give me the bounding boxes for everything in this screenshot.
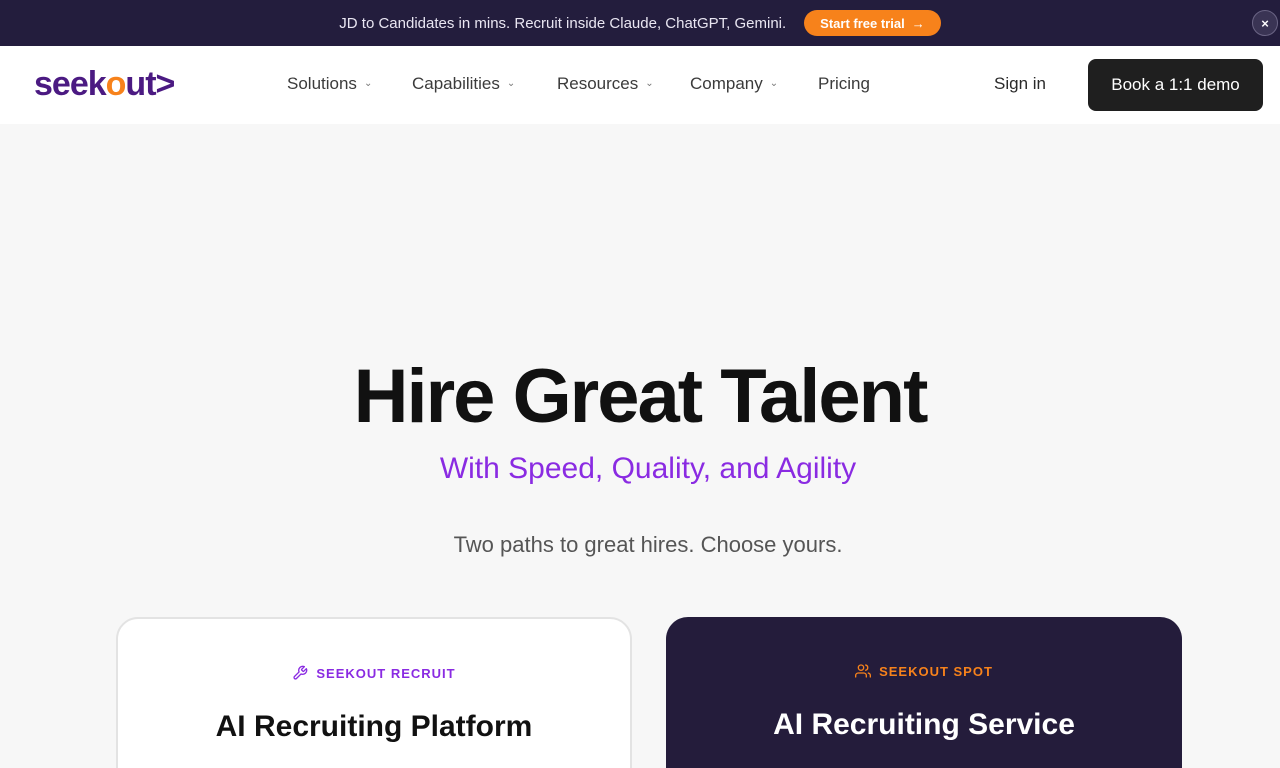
chevron-down-icon: ⌄ [363, 78, 373, 89]
seekout-spot-card[interactable]: SEEKOUT SPOT AI Recruiting Service [666, 617, 1182, 768]
main-nav: seekout> Solutions ⌄ Capabilities ⌄ Reso… [0, 46, 1280, 124]
start-free-trial-label: Start free trial [820, 15, 905, 31]
arrow-right-icon: → [911, 15, 925, 31]
chevron-down-icon: ⌄ [506, 78, 516, 89]
book-demo-button[interactable]: Book a 1:1 demo [1088, 59, 1263, 111]
chevron-down-icon: ⌄ [645, 78, 654, 89]
nav-item-label: Solutions [287, 74, 357, 93]
start-free-trial-button[interactable]: Start free trial → [804, 10, 941, 36]
hero-title: Hire Great Talent [353, 354, 929, 439]
nav-item-label: Capabilities [412, 74, 500, 93]
logo-text-seek: seek [34, 65, 107, 103]
users-icon [855, 664, 872, 678]
hero-note: Two paths to great hires. Choose yours. [453, 532, 843, 557]
sign-in-link[interactable]: Sign in [994, 74, 1046, 94]
card-tag: SEEKOUT SPOT [666, 663, 1182, 679]
hero-subtitle: With Speed, Quality, and Agility [439, 452, 857, 485]
nav-item-label: Pricing [818, 74, 870, 93]
card-title: AI Recruiting Service [773, 708, 1075, 741]
announcement-bar: JD to Candidates in mins. Recruit inside… [0, 0, 1280, 46]
seekout-logo[interactable]: seekout> [34, 64, 176, 104]
nav-item-pricing[interactable]: Pricing [818, 74, 870, 94]
card-tag: SEEKOUT RECRUIT [118, 665, 630, 681]
card-tag-label: SEEKOUT SPOT [879, 663, 993, 679]
close-icon[interactable]: × [1252, 10, 1278, 36]
logo-chevron: > [155, 65, 176, 103]
logo-text-o: o [105, 65, 127, 103]
nav-item-company[interactable]: Company ⌄ [690, 74, 778, 94]
nav-item-resources[interactable]: Resources ⌄ [557, 74, 654, 94]
seekout-recruit-card[interactable]: SEEKOUT RECRUIT AI Recruiting Platform [116, 617, 632, 768]
nav-item-label: Resources [557, 74, 639, 93]
nav-item-solutions[interactable]: Solutions ⌄ [287, 74, 372, 94]
card-title: AI Recruiting Platform [215, 710, 533, 743]
chevron-down-icon: ⌄ [769, 78, 779, 89]
announcement-text: JD to Candidates in mins. Recruit inside… [339, 14, 787, 32]
card-tag-label: SEEKOUT RECRUIT [316, 665, 456, 681]
nav-item-capabilities[interactable]: Capabilities ⌄ [412, 74, 515, 94]
nav-item-label: Company [690, 74, 763, 93]
logo-text-ut: ut [125, 65, 156, 103]
wrench-icon [293, 665, 308, 680]
